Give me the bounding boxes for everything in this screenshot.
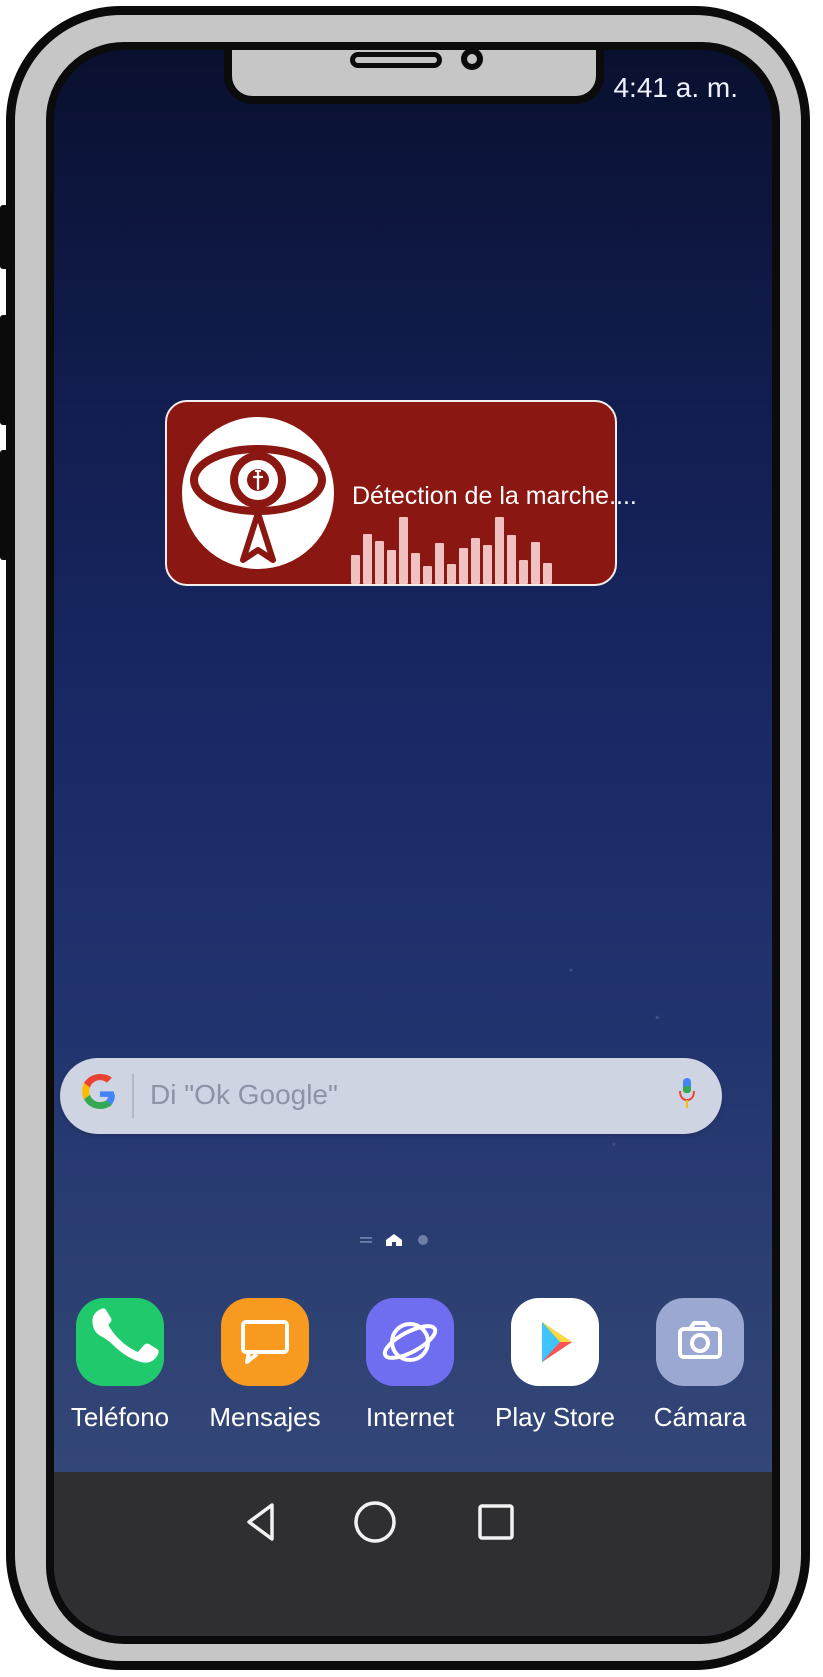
- recent-apps-icon[interactable]: [474, 1498, 518, 1546]
- side-button: [0, 205, 12, 269]
- audio-level-bar: [459, 548, 468, 584]
- audio-level-bar: [423, 566, 432, 584]
- message-icon: [221, 1298, 309, 1386]
- google-g-icon: [82, 1074, 115, 1109]
- app-label: Play Store: [495, 1402, 615, 1432]
- camera-svg: [678, 1321, 722, 1359]
- phone-icon: [76, 1298, 164, 1386]
- navigation-bar: [54, 1472, 772, 1636]
- phone-handset-svg: [92, 1308, 159, 1363]
- side-button: [0, 315, 12, 425]
- audio-level-bar: [543, 563, 552, 584]
- planet-icon: [366, 1298, 454, 1386]
- eye-logo-svg: [190, 445, 326, 563]
- audio-level-bar: [507, 535, 516, 584]
- audio-level-bar: [483, 545, 492, 584]
- walking-detection-widget[interactable]: Détection de la marche....: [165, 400, 637, 586]
- audio-level-bar: [387, 550, 396, 584]
- audio-level-bar: [411, 553, 420, 584]
- audio-level-bar: [363, 534, 372, 584]
- app-label: Cámara: [653, 1402, 747, 1432]
- audio-level-bar: [519, 560, 528, 584]
- app-telefono[interactable]: Teléfono: [54, 1298, 186, 1468]
- audio-level-bar: [351, 555, 360, 584]
- front-camera-icon: [461, 50, 483, 70]
- app-label: Teléfono: [70, 1402, 170, 1432]
- audio-level-bar: [495, 517, 504, 584]
- search-input[interactable]: Di "Ok Google": [150, 1079, 338, 1111]
- speaker-grille: [350, 52, 442, 68]
- side-button: [0, 450, 12, 560]
- audio-level-bars: [351, 514, 591, 584]
- audio-level-bar: [471, 538, 480, 584]
- message-svg: [241, 1320, 289, 1364]
- planet-svg: [382, 1322, 438, 1362]
- audio-level-bar: [399, 517, 408, 584]
- camera-icon: [656, 1298, 744, 1386]
- google-search-bar[interactable]: Di "Ok Google": [60, 1058, 722, 1134]
- app-internet[interactable]: Internet: [344, 1298, 476, 1468]
- back-icon[interactable]: [241, 1498, 281, 1546]
- status-time: 4:41 a. m.: [613, 72, 738, 103]
- microphone-icon[interactable]: [677, 1076, 697, 1112]
- widget-status-text: Détection de la marche....: [352, 482, 637, 510]
- app-label: Internet: [365, 1402, 455, 1432]
- audio-level-bar: [447, 564, 456, 584]
- home-icon[interactable]: [351, 1498, 399, 1546]
- app-mensajes[interactable]: Mensajes: [199, 1298, 331, 1468]
- eye-logo-icon: [179, 414, 337, 572]
- page-indicator: [360, 1234, 428, 1246]
- camera-notch: [224, 50, 604, 104]
- search-divider: [132, 1074, 134, 1118]
- audio-level-bar: [375, 541, 384, 584]
- play-store-svg: [542, 1322, 572, 1362]
- play-store-icon: [511, 1298, 599, 1386]
- app-dock: Teléfono Mensajes Internet Play Store Cá…: [54, 1298, 772, 1468]
- audio-level-bar: [531, 542, 540, 584]
- app-label: Mensajes: [209, 1402, 321, 1432]
- home-screen: 4:41 a. m. Détection de la marche.... Di…: [46, 42, 780, 1644]
- audio-level-bar: [435, 543, 444, 584]
- app-play-store[interactable]: Play Store: [489, 1298, 621, 1468]
- app-camara[interactable]: Cámara: [634, 1298, 766, 1468]
